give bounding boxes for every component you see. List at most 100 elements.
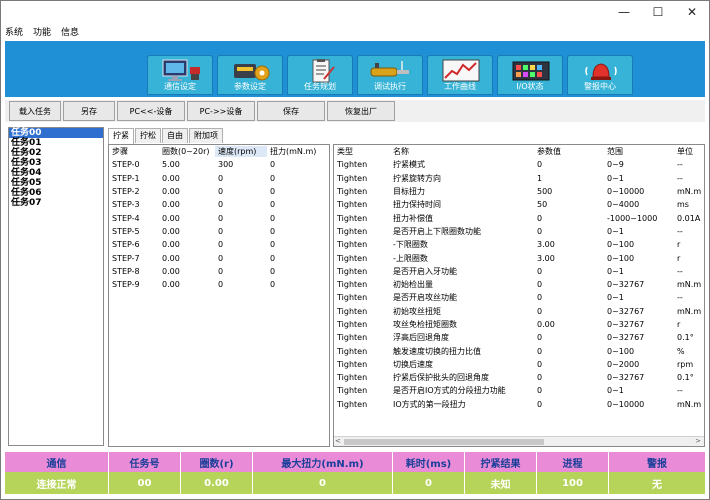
table-cell[interactable]: 0 (534, 280, 604, 289)
table-row[interactable]: STEP-4 0.00 0 0 (109, 211, 329, 224)
table-cell[interactable]: % (674, 347, 704, 356)
module-param-settings[interactable]: 参数设定 (217, 55, 283, 95)
table-cell[interactable]: 初始攻丝扭矩 (390, 306, 534, 317)
load-task-button[interactable]: 载入任务 (9, 101, 61, 121)
table-cell[interactable]: 0~100 (604, 240, 674, 249)
table-cell[interactable]: STEP-9 (109, 280, 159, 289)
table-row[interactable]: STEP-1 0.00 0 0 (109, 172, 329, 185)
task-list[interactable]: 任务00 任务01 任务02 任务03 任务04 任务05 任务06 任务07 (8, 127, 104, 446)
table-cell[interactable]: 0~10000 (604, 187, 674, 196)
table-cell[interactable]: Tighten (334, 307, 390, 316)
table-row[interactable]: Tighten 是否开启入牙功能 0 0~1 -- (334, 265, 704, 278)
table-cell[interactable]: 0~4000 (604, 200, 674, 209)
table-cell[interactable]: 攻丝免检扭矩圈数 (390, 319, 534, 330)
table-cell[interactable]: 0~100 (604, 347, 674, 356)
table-cell[interactable]: r (674, 240, 704, 249)
table-cell[interactable]: 0~1 (604, 267, 674, 276)
table-cell[interactable]: mN.m (674, 280, 704, 289)
list-item[interactable]: 任务06 (9, 188, 103, 198)
table-cell[interactable]: 0 (215, 174, 267, 183)
table-cell[interactable]: 0 (534, 227, 604, 236)
list-item[interactable]: 任务00 (9, 128, 103, 138)
menu-info[interactable]: 信息 (61, 26, 79, 40)
table-cell[interactable]: 0 (267, 227, 329, 236)
module-alarm-center[interactable]: 警报中心 (567, 55, 633, 95)
tab-free[interactable]: 自由 (162, 128, 188, 143)
table-cell[interactable]: 0.00 (159, 174, 215, 183)
table-row[interactable]: STEP-7 0.00 0 0 (109, 251, 329, 264)
table-row[interactable]: Tighten 拧紧模式 0 0~9 -- (334, 158, 704, 171)
table-cell[interactable]: Tighten (334, 280, 390, 289)
module-io-status[interactable]: I/O状态 (497, 55, 563, 95)
table-cell[interactable]: 1 (534, 174, 604, 183)
table-cell[interactable]: 0.00 (159, 214, 215, 223)
table-cell[interactable]: Tighten (334, 200, 390, 209)
table-cell[interactable]: 0 (534, 293, 604, 302)
table-cell[interactable]: 0 (534, 347, 604, 356)
table-cell[interactable]: 0 (534, 214, 604, 223)
table-row[interactable]: Tighten -上限圈数 3.00 0~100 r (334, 251, 704, 264)
scroll-left-icon[interactable]: < (335, 437, 341, 445)
table-cell[interactable]: STEP-1 (109, 174, 159, 183)
table-row[interactable]: STEP-9 0.00 0 0 (109, 278, 329, 291)
table-cell[interactable]: 是否开启攻丝功能 (390, 292, 534, 303)
table-cell[interactable]: 0 (267, 160, 329, 169)
table-cell[interactable]: 0.00 (159, 227, 215, 236)
table-row[interactable]: Tighten 拧紧后保护批头的回退角度 0 0~32767 0.1° (334, 371, 704, 384)
table-row[interactable]: STEP-0 5.00 300 0 (109, 158, 329, 171)
table-cell[interactable]: 0~32767 (604, 333, 674, 342)
table-cell[interactable]: 0 (267, 267, 329, 276)
table-cell[interactable]: 0~32767 (604, 320, 674, 329)
table-cell[interactable]: 0~2000 (604, 360, 674, 369)
minimize-button[interactable]: — (607, 1, 641, 23)
tab-tighten[interactable]: 拧紧 (108, 128, 134, 144)
table-cell[interactable]: mN.m (674, 307, 704, 316)
table-cell[interactable]: STEP-4 (109, 214, 159, 223)
table-row[interactable]: Tighten 是否开启上下限圈数功能 0 0~1 -- (334, 225, 704, 238)
save-button[interactable]: 保存 (257, 101, 325, 121)
table-cell[interactable]: -- (674, 227, 704, 236)
table-cell[interactable]: 0 (267, 174, 329, 183)
table-row[interactable]: Tighten -下限圈数 3.00 0~100 r (334, 238, 704, 251)
table-cell[interactable]: 0~1 (604, 174, 674, 183)
table-cell[interactable]: 0 (215, 267, 267, 276)
menu-system[interactable]: 系统 (5, 26, 23, 40)
table-cell[interactable]: -上限圈数 (390, 253, 534, 264)
table-cell[interactable]: 扭力补偿值 (390, 213, 534, 224)
table-cell[interactable]: 是否开启入牙功能 (390, 266, 534, 277)
module-task-planning[interactable]: 任务规划 (287, 55, 353, 95)
table-cell[interactable]: Tighten (334, 227, 390, 236)
table-cell[interactable]: -1000~1000 (604, 214, 674, 223)
upload-from-device-button[interactable]: PC<<-设备 (117, 101, 185, 121)
table-cell[interactable]: 0 (215, 227, 267, 236)
horizontal-scrollbar[interactable]: < > (334, 436, 704, 446)
table-cell[interactable]: 3.00 (534, 254, 604, 263)
table-cell[interactable]: -下限圈数 (390, 239, 534, 250)
table-cell[interactable]: STEP-3 (109, 200, 159, 209)
table-cell[interactable]: Tighten (334, 360, 390, 369)
table-cell[interactable]: STEP-2 (109, 187, 159, 196)
tab-additional[interactable]: 附加项 (189, 128, 223, 143)
table-row[interactable]: Tighten 触发速度切换的扭力比值 0 0~100% (334, 344, 704, 357)
table-cell[interactable]: 0.1° (674, 373, 704, 382)
table-cell[interactable]: 切换后速度 (390, 359, 534, 370)
table-row[interactable]: Tighten 浮高后回退角度 0 0~32767 0.1° (334, 331, 704, 344)
table-cell[interactable]: 500 (534, 187, 604, 196)
module-comm-settings[interactable]: 通信设定 (147, 55, 213, 95)
factory-reset-button[interactable]: 恢复出厂 (327, 101, 395, 121)
table-cell[interactable]: -- (674, 293, 704, 302)
table-row[interactable]: Tighten 扭力保持时间 50 0~4000 ms (334, 198, 704, 211)
list-item[interactable]: 任务04 (9, 168, 103, 178)
tab-loosen[interactable]: 拧松 (135, 128, 161, 143)
table-cell[interactable]: 50 (534, 200, 604, 209)
table-cell[interactable]: Tighten (334, 267, 390, 276)
table-cell[interactable]: 0.00 (159, 200, 215, 209)
save-as-button[interactable]: 另存 (63, 101, 115, 121)
list-item[interactable]: 任务05 (9, 178, 103, 188)
table-cell[interactable]: STEP-8 (109, 267, 159, 276)
table-cell[interactable]: Tighten (334, 373, 390, 382)
table-cell[interactable]: r (674, 254, 704, 263)
table-row[interactable]: Tighten 攻丝免检扭矩圈数 0.00 0~32767 r (334, 318, 704, 331)
table-row[interactable]: Tighten 拧紧旋转方向 1 0~1 -- (334, 172, 704, 185)
table-cell[interactable]: 0 (267, 200, 329, 209)
